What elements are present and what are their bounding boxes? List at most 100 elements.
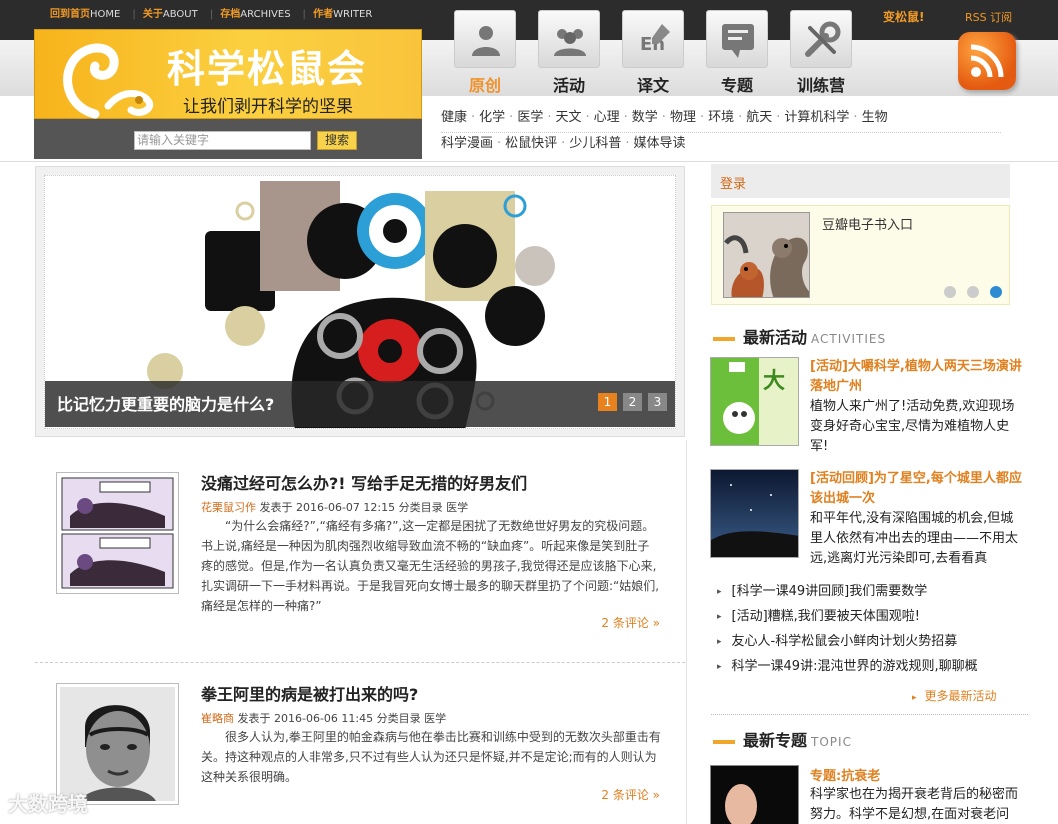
svg-text:大: 大 [763,369,785,394]
top-link-archives[interactable]: 存档ARCHIVES [220,5,294,20]
person-icon [472,26,500,56]
slider-page-3[interactable]: 3 [648,393,667,411]
category-separator: · [661,110,666,125]
rss-subscribe-link[interactable]: RSS 订阅 [965,9,1012,25]
category-link[interactable]: 少儿科普 [569,136,621,151]
activity-item: [活动回顾]为了星空,每个城里人都应该出城一次 和平年代,没有深陷围城的机会,但… [710,469,1025,566]
sidebar-divider [711,714,1028,715]
nav-label: 活动 [552,76,585,95]
activity-list-item[interactable]: [科学一课49讲回顾]我们需要数学 [717,583,1017,608]
column-divider [686,440,687,824]
category-separator: · [585,110,590,125]
category-link[interactable]: 环境 [708,110,734,125]
post-meta: 崔略商 发表于 2016-06-06 11:45 分类目录 医学 [201,710,446,726]
category-link[interactable]: 生物 [862,110,888,125]
activity-title[interactable]: [活动]大嚼科学,植物人两天三场演讲落地广州 [810,357,1022,397]
carousel-dot-3[interactable] [990,286,1002,298]
activity-list-item[interactable]: [活动]糟糕,我们要被天体围观啦! [717,608,1017,633]
post-author[interactable]: 崔略商 [201,712,234,725]
heading-accent-bar [713,336,735,341]
top-link-about[interactable]: 关于ABOUT [143,5,202,20]
post-title[interactable]: 拳王阿里的病是被打出来的吗? [201,681,418,705]
search-box: 请输入关键字 搜索 [34,119,422,159]
category-link[interactable]: 物理 [670,110,696,125]
category-link[interactable]: 松鼠快评 [505,136,557,151]
category-separator: · [853,110,858,125]
category-link[interactable]: 媒体导读 [633,136,685,151]
category-link[interactable]: 心理 [594,110,620,125]
logo-subtitle: 让我们剥开科学的坚果 [183,97,353,117]
top-links: 回到首页HOME | 关于ABOUT | 存档ARCHIVES | 作者WRITER [50,5,380,20]
login-link[interactable]: 登录 [720,173,746,192]
become-squirrel-link[interactable]: 变松鼠! [883,8,924,25]
portrait-thumbnail[interactable] [56,683,179,805]
activity-list: [科学一课49讲回顾]我们需要数学 [活动]糟糕,我们要被天体围观啦! 友心人-… [717,583,1017,683]
category-link[interactable]: 医学 [517,110,543,125]
douban-ebook-box: 豆瓣电子书入口 [711,205,1010,305]
slider-page-1[interactable]: 1 [598,393,617,411]
rss-feed-icon[interactable] [958,32,1016,90]
category-link[interactable]: 健康 [441,110,467,125]
category-link[interactable]: 航天 [746,110,772,125]
slide-image[interactable]: 比记忆力更重要的脑力是什么? 1 2 3 [44,175,676,429]
top-link-writer[interactable]: 作者WRITER [313,5,376,20]
category-link[interactable]: 数学 [632,110,658,125]
category-row: 健康 · 化学 · 医学 · 天文 · 心理 · 数学 · 物理 · 环境 · 航天 · 计算机科学 · 生物 [441,107,1001,133]
activity-image[interactable] [710,469,799,558]
nav-label: 译文 [636,76,669,95]
activity-title[interactable]: [活动回顾]为了星空,每个城里人都应该出城一次 [810,469,1022,509]
category-separator: · [547,110,552,125]
squirrel-logo-icon [63,43,154,119]
carousel-dot-2[interactable] [967,286,979,298]
nav-label: 原创 [468,76,501,95]
category-separator: · [625,136,630,151]
slider-page-2[interactable]: 2 [623,393,642,411]
tools-icon [805,21,841,57]
category-separator: · [471,110,476,125]
post-excerpt: “为什么会痛经?”,“痛经有多痛?”,这一定都是困扰了无数绝世好男友的究极问题。… [201,519,660,613]
post-title[interactable]: 没痛过经可怎么办?! 写给手足无措的好男友们 [201,470,527,494]
squirrel-image[interactable] [723,212,810,298]
nav-item-training-camp[interactable]: 训练营 [789,10,853,96]
category-link[interactable]: 计算机科学 [784,110,849,125]
post-comments-link[interactable]: 2 条评论 » [601,786,660,803]
activity-list-item[interactable]: 科学一课49讲:混沌世界的游戏规则,聊聊概 [717,658,1017,683]
activity-desc: 植物人来广州了!活动免费,欢迎现场变身好奇心宝宝,尽情为难植物人史军! [810,399,1015,454]
category-link[interactable]: 化学 [479,110,505,125]
nav-item-original[interactable]: 原创 [453,10,517,96]
activity-desc: 和平年代,没有深陷围城的机会,但城里人依然有冲出去的理由——不用太远,逃离灯光污… [810,511,1019,566]
slide-caption[interactable]: 比记忆力更重要的脑力是什么? 1 2 3 [45,381,675,427]
logo-title: 科学松鼠会 [167,47,368,91]
activity-image[interactable]: 大 [710,357,799,446]
post-author[interactable]: 花栗鼠习作 [201,501,256,514]
site-logo[interactable]: 科学松鼠会 让我们剥开科学的坚果 [34,29,422,119]
activity-item: 大 [活动]大嚼科学,植物人两天三场演讲落地广州 植物人来广州了!活动免费,欢迎… [710,357,1025,454]
top-link-home[interactable]: 回到首页HOME [50,5,124,20]
douban-ebook-link[interactable]: 豆瓣电子书入口 [822,214,913,233]
category-row: 科学漫画 · 松鼠快评 · 少儿科普 · 媒体导读 [441,133,1001,159]
post-meta: 花栗鼠习作 发表于 2016-06-07 12:15 分类目录 医学 [201,499,468,515]
post-comments-link[interactable]: 2 条评论 » [601,614,660,631]
featured-slider: 比记忆力更重要的脑力是什么? 1 2 3 [35,166,685,437]
search-input[interactable]: 请输入关键字 [134,131,311,150]
post-excerpt: 很多人认为,拳王阿里的帕金森病与他在拳击比赛和训练中受到的无数次头部重击有关。持… [201,730,661,784]
post-divider [35,662,685,663]
nav-item-topic[interactable]: 专题 [705,10,769,96]
nav-item-translation[interactable]: En 译文 [621,10,685,96]
search-button[interactable]: 搜索 [317,131,357,150]
nav-item-activity[interactable]: 活动 [537,10,601,96]
nav-label: 训练营 [796,76,845,95]
category-link[interactable]: 科学漫画 [441,136,493,151]
topic-image[interactable] [710,765,799,824]
comic-thumbnail[interactable] [56,472,179,594]
carousel-dot-1[interactable] [944,286,956,298]
topic-icon [722,24,754,58]
activity-list-item[interactable]: 友心人-科学松鼠会小鲜肉计划火势招募 [717,633,1017,658]
heading-accent-bar [713,739,735,744]
more-activities-link[interactable]: 更多最新活动 [912,687,997,704]
topic-title[interactable]: 专题:抗衰老 [810,765,880,784]
category-link[interactable]: 天文 [555,110,581,125]
post-item: 没痛过经可怎么办?! 写给手足无措的好男友们 花栗鼠习作 发表于 2016-06… [35,470,685,660]
post-date-category: 发表于 2016-06-07 12:15 分类目录 医学 [259,501,469,514]
login-bar[interactable]: 登录 [711,164,1010,198]
